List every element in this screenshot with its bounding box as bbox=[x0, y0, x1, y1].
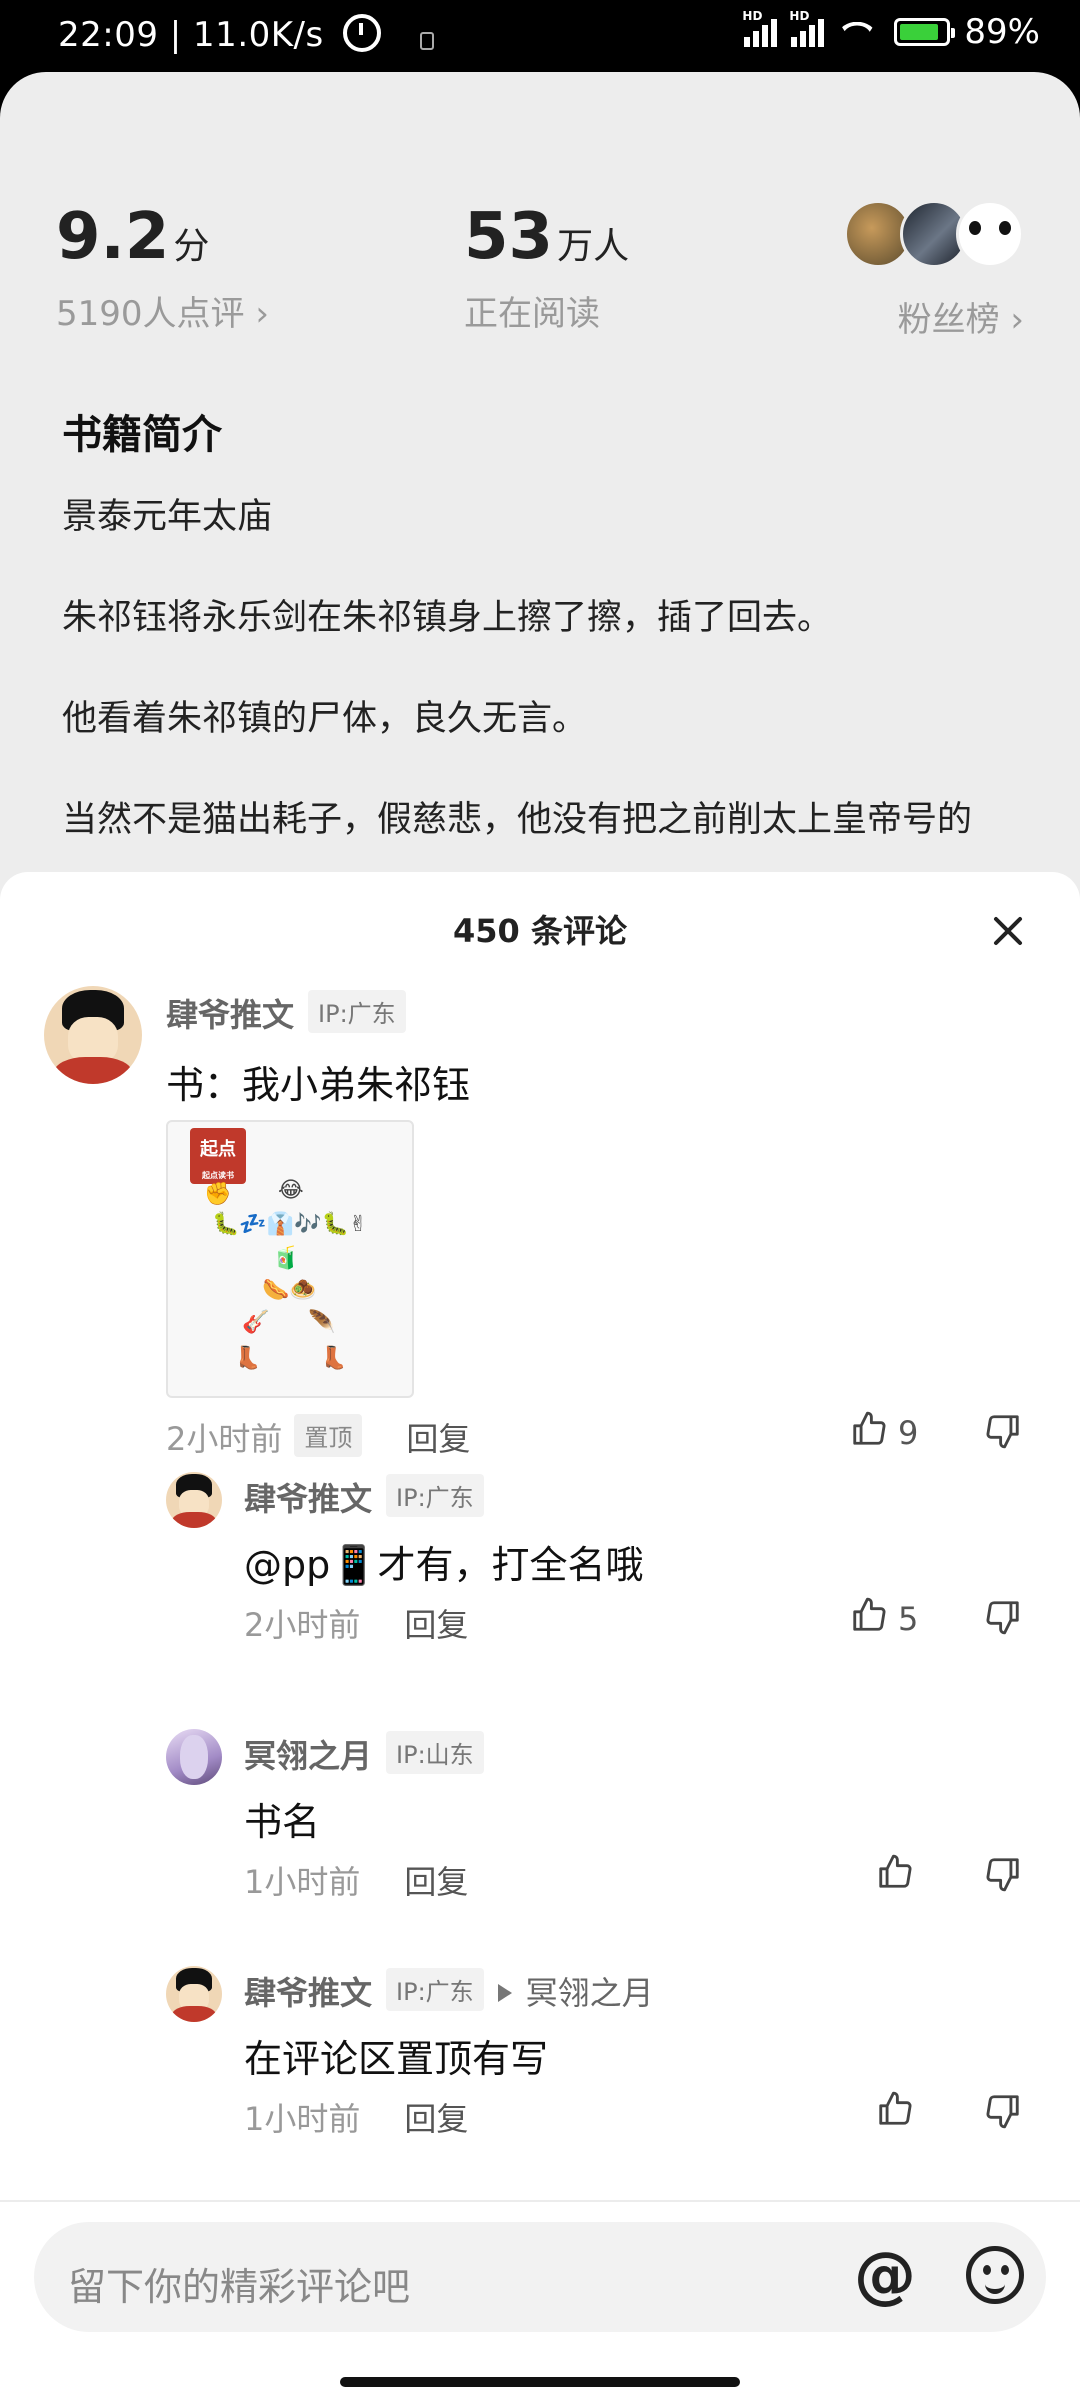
fans-ranking[interactable]: 粉丝榜 › bbox=[844, 200, 1024, 341]
wifi-icon bbox=[838, 17, 880, 47]
comment-header: 肆爷推文 IP:广东 bbox=[166, 990, 406, 1036]
intro-paragraph: 景泰元年太庙 bbox=[62, 497, 273, 537]
avatar[interactable] bbox=[44, 986, 142, 1084]
reply-to-name[interactable]: 冥翎之月 bbox=[526, 1974, 654, 2012]
at-mention-icon[interactable]: @ bbox=[854, 2244, 916, 2306]
reply-comment: 肆爷推文 IP:广东 @pp📱才有，打全名哦 2小时前 回复 5 bbox=[0, 1472, 1080, 1662]
readers-unit: 万人 bbox=[557, 226, 630, 267]
hd-label: HD bbox=[789, 9, 810, 23]
comment-input[interactable]: 留下你的精彩评论吧 @ bbox=[34, 2222, 1046, 2332]
thumbs-up-icon bbox=[850, 1596, 888, 1642]
intro-title: 书籍简介 bbox=[62, 412, 222, 458]
battery-percent: 89% bbox=[964, 12, 1040, 52]
book-intro: 景泰元年太庙 朱祁钰将永乐剑在朱祁镇身上擦了擦，插了回去。 他看着朱祁镇的尸体，… bbox=[62, 492, 1022, 896]
divider bbox=[0, 2200, 1080, 2202]
signal-icon: HD bbox=[742, 9, 778, 47]
like-button[interactable] bbox=[876, 1853, 924, 1899]
comment-text: 书名 bbox=[244, 1800, 321, 1844]
comment-meta: 2小时前 置顶 回复 bbox=[166, 1414, 470, 1460]
dislike-button[interactable] bbox=[984, 2092, 1022, 2134]
dislike-button[interactable] bbox=[984, 1412, 1022, 1454]
ip-tag: IP:广东 bbox=[386, 1968, 484, 2011]
status-bar: 22:09 | 11.0K/s HD HD 89% bbox=[0, 0, 1080, 72]
intro-paragraph: 朱祁钰将永乐剑在朱祁镇身上擦了擦，插了回去。 bbox=[62, 598, 833, 638]
thumbs-up-icon bbox=[876, 2090, 914, 2136]
thumbs-down-icon bbox=[984, 1858, 1022, 1897]
dislike-button[interactable] bbox=[984, 1855, 1022, 1897]
ip-tag: IP:广东 bbox=[308, 990, 406, 1033]
reply-button[interactable]: 回复 bbox=[404, 1863, 468, 1901]
score-stat[interactable]: 9.2 分 5190人点评 › bbox=[56, 200, 269, 335]
comment-header: 肆爷推文 IP:广东 bbox=[244, 1474, 484, 1520]
intro-paragraph: 当然不是猫出耗子，假慈悲，他没有把之前削太上皇帝号的 bbox=[62, 800, 973, 840]
like-button[interactable] bbox=[876, 2090, 924, 2136]
thumbs-up-icon bbox=[876, 1853, 914, 1899]
comment-time: 2小时前 bbox=[166, 1420, 283, 1458]
reply-button[interactable]: 回复 bbox=[406, 1420, 470, 1458]
thumbs-up-icon bbox=[850, 1410, 888, 1456]
comment-meta: 1小时前 回复 bbox=[244, 2094, 468, 2140]
reply-arrow-icon bbox=[497, 1984, 512, 2002]
status-time: 22:09 | 11.0K/s bbox=[58, 14, 435, 55]
avatar[interactable] bbox=[166, 1966, 222, 2022]
comment-sticker-image[interactable]: 起点 起点读书 ✊ 😂 🐛💤👔🎶🐛✌ 🧃 🌭🧆 🎸 🪶 👢 👢 bbox=[166, 1120, 414, 1398]
score-value: 9.2 bbox=[56, 200, 170, 274]
home-indicator[interactable] bbox=[340, 2377, 740, 2387]
like-button[interactable]: 9 bbox=[850, 1410, 918, 1456]
reply-comment: 肆爷推文 IP:广东 冥翎之月 在评论区置顶有写 1小时前 回复 bbox=[0, 1966, 1080, 2156]
like-count: 5 bbox=[898, 1600, 919, 1638]
like-button[interactable]: 5 bbox=[850, 1596, 918, 1642]
fan-avatars bbox=[844, 200, 1024, 270]
comments-sheet: 450 条评论 肆爷推文 IP:广东 书：我小弟朱祁钰 起点 起点读书 ✊ 😂 🐛💤… bbox=[0, 872, 1080, 2400]
avatar[interactable] bbox=[166, 1472, 222, 1528]
emoji-icon[interactable] bbox=[966, 2246, 1024, 2304]
ratings-link[interactable]: 5190人点评 › bbox=[56, 286, 269, 335]
signal-icon: HD bbox=[789, 9, 825, 47]
time-network-speed: 22:09 | 11.0K/s bbox=[58, 15, 324, 55]
reply-button[interactable]: 回复 bbox=[404, 2100, 468, 2138]
notification-icon bbox=[420, 32, 435, 50]
hd-label: HD bbox=[742, 9, 763, 23]
author-name[interactable]: 肆爷推文 bbox=[166, 996, 294, 1034]
comment-input-placeholder: 留下你的精彩评论吧 bbox=[68, 2265, 411, 2309]
comment-text: @pp📱才有，打全名哦 bbox=[244, 1543, 644, 1587]
alarm-icon bbox=[343, 14, 382, 52]
comment-text: 书：我小弟朱祁钰 bbox=[166, 1063, 471, 1107]
comment-meta: 1小时前 回复 bbox=[244, 1857, 468, 1903]
comment-meta: 2小时前 回复 bbox=[244, 1600, 468, 1646]
author-name[interactable]: 冥翎之月 bbox=[244, 1737, 372, 1775]
comment-time: 1小时前 bbox=[244, 1863, 361, 1901]
comment-time: 2小时前 bbox=[244, 1606, 361, 1644]
reply-comment: 冥翎之月 IP:山东 书名 1小时前 回复 bbox=[0, 1729, 1080, 1919]
reply-button[interactable]: 回复 bbox=[404, 1606, 468, 1644]
ip-tag: IP:山东 bbox=[386, 1731, 484, 1774]
thumbs-down-icon bbox=[984, 1601, 1022, 1640]
thumbs-down-icon bbox=[984, 2095, 1022, 2134]
dislike-button[interactable] bbox=[984, 1598, 1022, 1640]
comment-header: 肆爷推文 IP:广东 冥翎之月 bbox=[244, 1968, 654, 2014]
avatar[interactable] bbox=[166, 1729, 222, 1785]
author-name[interactable]: 肆爷推文 bbox=[244, 1974, 372, 2012]
like-count: 9 bbox=[898, 1414, 919, 1452]
status-right: HD HD 89% bbox=[742, 9, 1040, 52]
comment-time: 1小时前 bbox=[244, 2100, 361, 2138]
score-unit: 分 bbox=[173, 226, 210, 267]
author-name[interactable]: 肆爷推文 bbox=[244, 1480, 372, 1518]
pinned-badge: 置顶 bbox=[294, 1414, 363, 1457]
main-comment: 肆爷推文 IP:广东 书：我小弟朱祁钰 起点 起点读书 ✊ 😂 🐛💤👔🎶🐛✌ 🧃 🌭… bbox=[0, 872, 1080, 1458]
thumbs-down-icon bbox=[984, 1415, 1022, 1454]
readers-value: 53 bbox=[464, 200, 554, 274]
avatar bbox=[956, 200, 1024, 268]
fans-ranking-link[interactable]: 粉丝榜 › bbox=[844, 292, 1024, 341]
book-stats: 9.2 分 5190人点评 › 53 万人 正在阅读 粉丝榜 › bbox=[56, 200, 1024, 350]
readers-stat: 53 万人 正在阅读 bbox=[464, 200, 629, 335]
ip-tag: IP:广东 bbox=[386, 1474, 484, 1517]
intro-paragraph: 他看着朱祁镇的尸体，良久无言。 bbox=[62, 699, 588, 739]
comment-header: 冥翎之月 IP:山东 bbox=[244, 1731, 484, 1777]
qidian-logo: 起点 起点读书 bbox=[190, 1128, 246, 1184]
comment-text: 在评论区置顶有写 bbox=[244, 2037, 549, 2081]
readers-label: 正在阅读 bbox=[464, 294, 600, 334]
battery-icon bbox=[894, 18, 956, 46]
